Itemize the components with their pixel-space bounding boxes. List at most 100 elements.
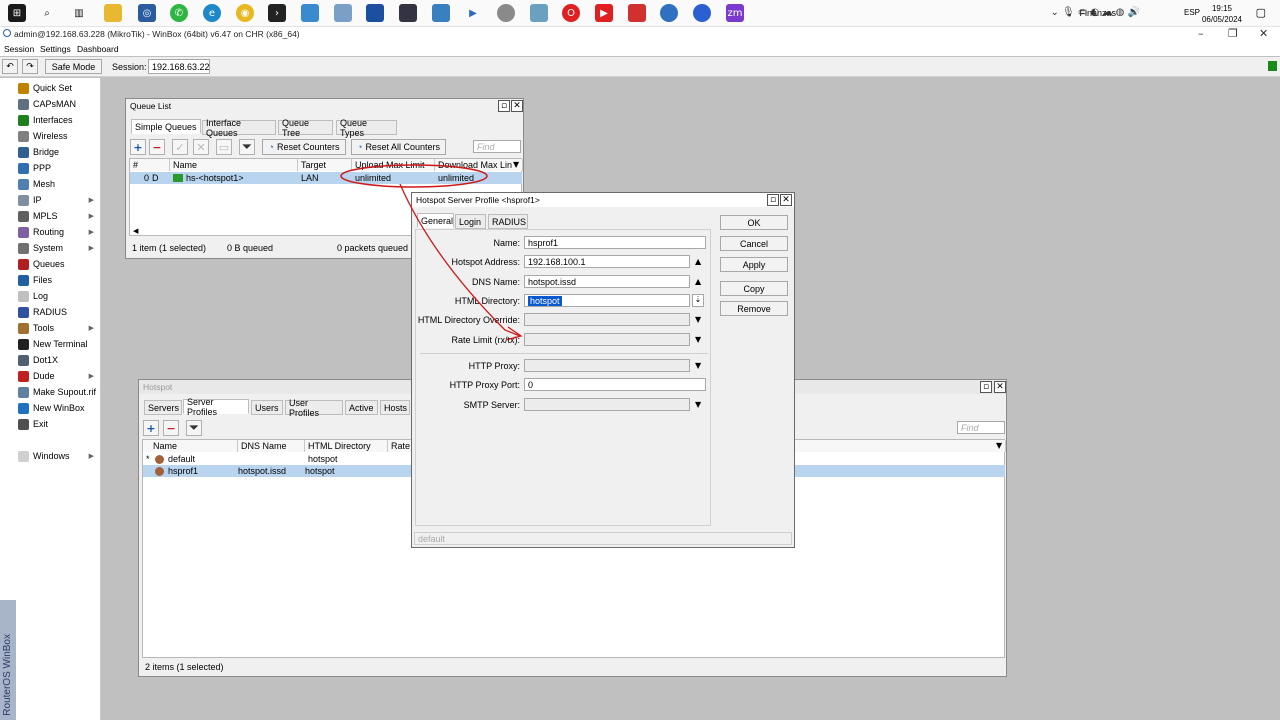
http-proxy-input[interactable] [524,359,690,372]
sidebar-item-queues[interactable]: Queues [18,256,100,272]
dns-name-input[interactable]: hotspot.issd [524,275,690,288]
session-field[interactable]: 192.168.63.228 [148,59,210,74]
copy-button[interactable]: Copy [720,281,788,296]
sidebar-item-files[interactable]: Files [18,272,100,288]
sidebar-item-routing[interactable]: Routing ▶ [18,224,100,240]
sidebar-item-windows[interactable]: Windows ▶ [18,448,100,464]
enable-icon[interactable]: ✓ [172,139,188,155]
tab-radius[interactable]: RADIUS [488,214,528,229]
col-upload[interactable]: Upload Max Limit [352,159,435,171]
smtp-dropdown-icon[interactable]: ▼ [695,400,701,409]
sidebar-item-dude[interactable]: Dude ▶ [18,368,100,384]
sidebar-item-mpls[interactable]: MPLS ▶ [18,208,100,224]
tab-active[interactable]: Active [345,400,378,415]
close-icon[interactable]: ✕ [1259,27,1268,40]
tab-servers[interactable]: Servers [144,400,182,415]
col-html-directory[interactable]: HTML Directory [305,440,388,452]
name-input[interactable]: hsprof1 [524,236,706,249]
sidebar-item-radius[interactable]: RADIUS [18,304,100,320]
minimize-icon[interactable]: – [1198,27,1204,40]
sidebar-item-new-terminal[interactable]: New Terminal [18,336,100,352]
safe-mode-button[interactable]: Safe Mode [45,59,102,74]
sidebar-item-new-winbox[interactable]: New WinBox [18,400,100,416]
menu-dashboard[interactable]: Dashboard [77,44,119,54]
html-directory-override-input[interactable] [524,313,690,326]
sidebar-item-mesh[interactable]: Mesh [18,176,100,192]
app-icon[interactable] [366,4,384,22]
task-view-icon[interactable]: ▥ [70,4,88,22]
smtp-server-input[interactable] [524,398,690,411]
file-explorer-icon[interactable] [104,4,122,22]
queue-list-close-icon[interactable]: ✕ [511,100,523,112]
browser-icon[interactable] [660,4,678,22]
sidebar-item-make-supout-rif[interactable]: Make Supout.rif [18,384,100,400]
col-name[interactable]: Name [143,440,238,452]
app-icon[interactable] [497,4,515,22]
app-icon[interactable] [432,4,450,22]
redo-icon[interactable]: ↷ [22,59,38,74]
hotspot-add-icon[interactable]: + [143,420,159,436]
remove-icon[interactable]: − [149,139,165,155]
rate-limit-input[interactable] [524,333,690,346]
app-icon[interactable] [334,4,352,22]
dialog-close-icon[interactable]: ✕ [780,194,792,206]
html-directory-input[interactable]: hotspot [524,294,690,307]
column-menu-icon[interactable]: ▼ [513,160,519,169]
tab-users[interactable]: Users [251,400,283,415]
rate-limit-dropdown-icon[interactable]: ▼ [695,335,701,344]
hotspot-close-icon[interactable]: ✕ [994,381,1006,393]
sidebar-item-ip[interactable]: IP ▶ [18,192,100,208]
hotspot-remove-icon[interactable]: − [163,420,179,436]
remove-button[interactable]: Remove [720,301,788,316]
tab-user-profiles[interactable]: User Profiles [285,398,343,418]
tab-queue-types[interactable]: Queue Types [336,118,397,138]
sidebar-item-system[interactable]: System ▶ [18,240,100,256]
hotspot-find-input[interactable]: Find [957,421,1005,434]
sidebar-item-capsman[interactable]: CAPsMAN [18,96,100,112]
override-dropdown-icon[interactable]: ▼ [695,315,701,324]
column-menu-icon[interactable]: ▼ [996,441,1002,450]
cancel-button[interactable]: Cancel [720,236,788,251]
clock[interactable]: 19:15 06/05/2024 [1202,3,1242,25]
reset-all-counters-button[interactable]: ◔ Reset All Counters [351,139,446,155]
scroll-left-icon[interactable]: ◀ [133,227,138,235]
sidebar-item-quick-set[interactable]: Quick Set [18,80,100,96]
menu-settings[interactable]: Settings [40,44,71,54]
sidebar-item-tools[interactable]: Tools ▶ [18,320,100,336]
hotspot-filter-icon[interactable]: ⏷ [186,420,202,436]
hotspot-address-input[interactable]: 192.168.100.1 [524,255,690,268]
app-icon[interactable] [530,4,548,22]
ok-button[interactable]: OK [720,215,788,230]
terminal-icon[interactable]: › [268,4,286,22]
table-row[interactable]: 0 D hs-<hotspot1> LAN unlimited unlimite… [130,172,522,184]
tab-server-profiles[interactable]: Server Profiles [183,397,249,417]
http-proxy-dropdown-icon[interactable]: ▼ [695,361,701,370]
notification-icon[interactable]: ▢ [1256,6,1266,19]
tab-interface-queues[interactable]: Interface Queues [202,118,276,138]
http-proxy-port-input[interactable]: 0 [524,378,706,391]
sidebar-item-log[interactable]: Log [18,288,100,304]
undo-icon[interactable]: ↶ [2,59,18,74]
dialog-maximize-icon[interactable]: ▫ [767,194,779,206]
sidebar-item-ppp[interactable]: PPP [18,160,100,176]
tab-general[interactable]: General [417,213,454,228]
youtube-icon[interactable]: ▶ [595,4,613,22]
winbox-icon[interactable]: ◎ [138,4,156,22]
add-icon[interactable]: + [130,139,146,155]
zoom-icon[interactable]: zm [726,4,744,22]
col-target[interactable]: Target [298,159,352,171]
queue-list-maximize-icon[interactable]: ▫ [498,100,510,112]
col-download[interactable]: Download Max Lin [435,159,523,171]
app-icon[interactable] [693,4,711,22]
queue-find-input[interactable]: Find [473,140,521,153]
sidebar-item-dot1x[interactable]: Dot1X [18,352,100,368]
sidebar-item-wireless[interactable]: Wireless [18,128,100,144]
opera-icon[interactable]: O [562,4,580,22]
col-num[interactable]: # [130,159,170,171]
col-dns-name[interactable]: DNS Name [238,440,305,452]
menu-session[interactable]: Session [4,44,34,54]
whatsapp-icon[interactable]: ✆ [170,4,188,22]
tab-login[interactable]: Login [455,214,486,229]
comment-icon[interactable]: ▭ [216,139,232,155]
tab-hosts[interactable]: Hosts [380,400,410,415]
